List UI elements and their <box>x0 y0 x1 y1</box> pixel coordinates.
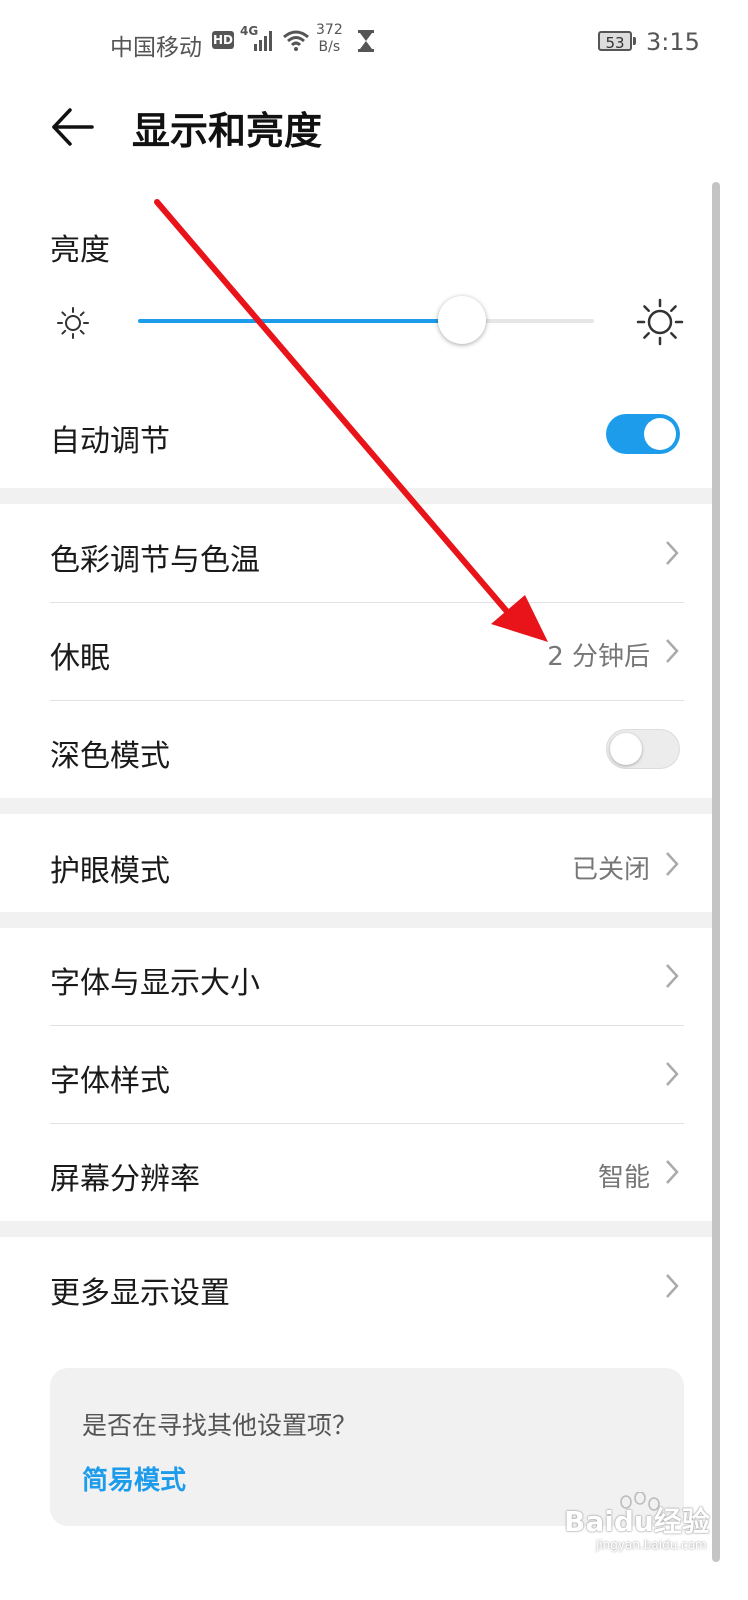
watermark-subtext: jingyan.baidu.com <box>596 1538 707 1552</box>
annotation-arrow <box>154 199 548 642</box>
watermark-text: Baidu经验 <box>564 1505 710 1538</box>
annotation-arrow-shaft <box>154 199 513 618</box>
